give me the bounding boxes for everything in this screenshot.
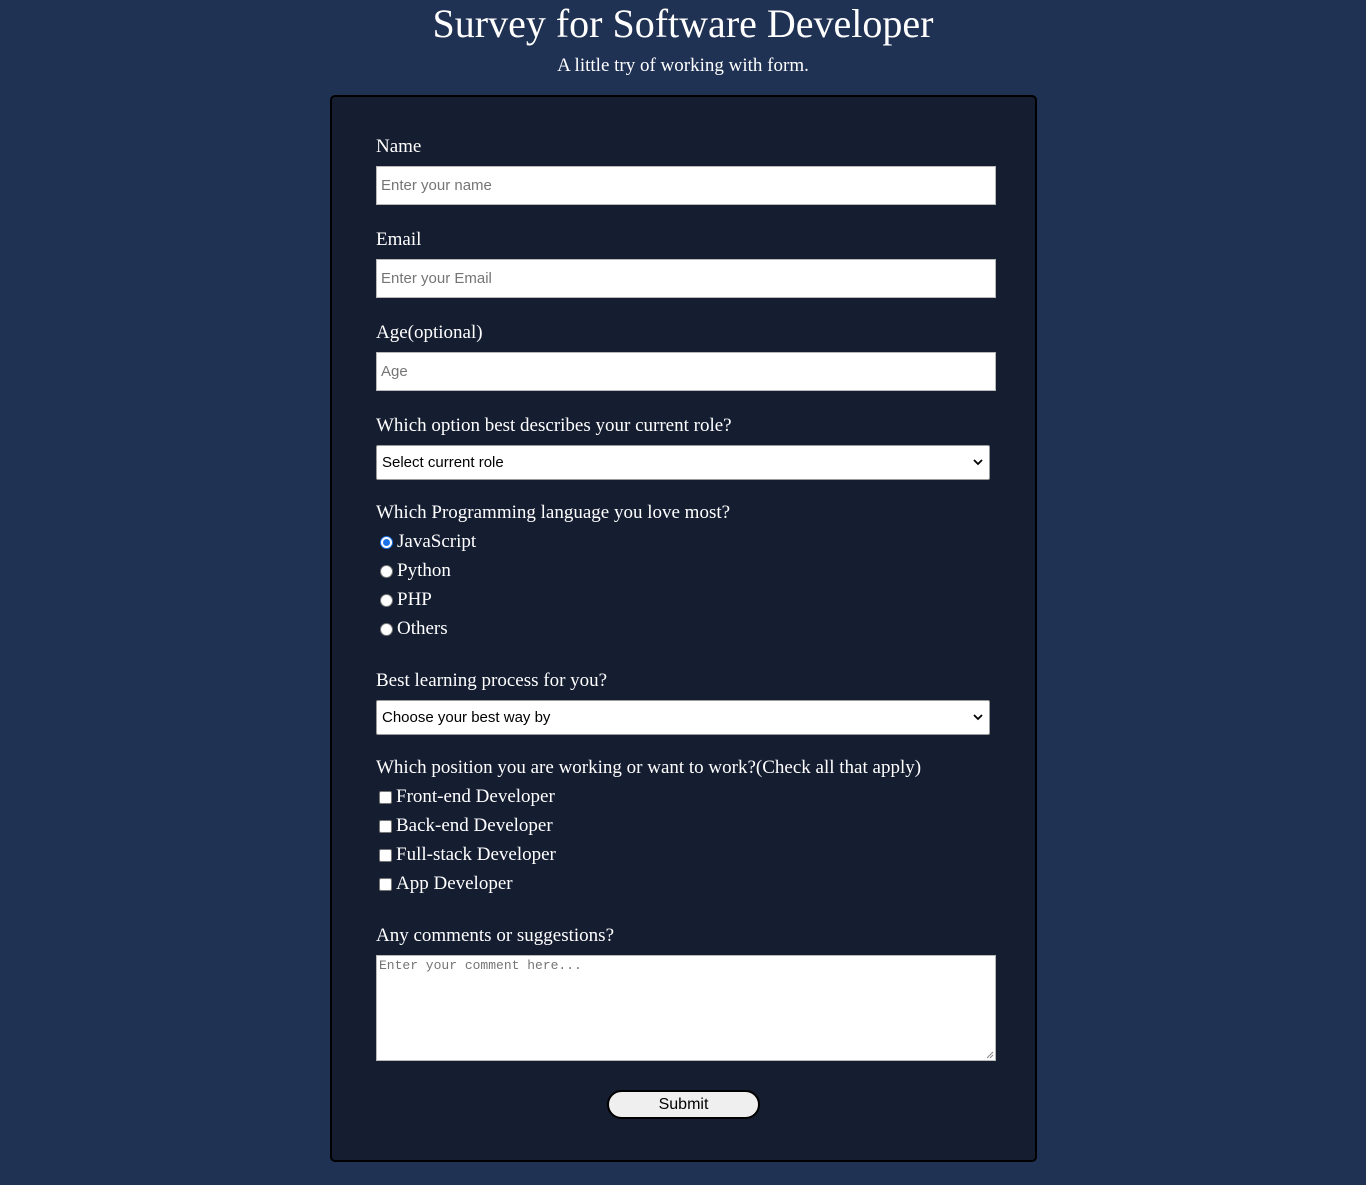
comments-placeholder: Enter your comment here... <box>379 958 582 973</box>
position-option-label: Full-stack Developer <box>396 844 556 865</box>
language-option-label: Others <box>397 618 448 639</box>
learning-select[interactable]: Choose your best way by <box>376 700 990 735</box>
language-option-others[interactable]: Others <box>380 618 448 640</box>
name-input[interactable] <box>376 166 996 205</box>
language-option-python[interactable]: Python <box>380 560 451 582</box>
position-option-label: Back-end Developer <box>396 815 553 836</box>
checkbox-frontend[interactable] <box>379 790 392 804</box>
language-option-php[interactable]: PHP <box>380 589 432 611</box>
radio-javascript[interactable] <box>380 535 393 549</box>
email-label: Email <box>376 229 422 250</box>
role-select-value: Select current role <box>382 454 504 471</box>
language-option-label: Python <box>397 560 451 581</box>
language-option-label: JavaScript <box>397 531 477 552</box>
positions-label: Which position you are working or want t… <box>376 757 922 778</box>
position-option-fullstack[interactable]: Full-stack Developer <box>379 844 556 866</box>
learning-label: Best learning process for you? <box>376 670 608 691</box>
submit-button[interactable]: Submit <box>607 1090 760 1119</box>
position-option-label: Front-end Developer <box>396 786 555 807</box>
learning-select-value: Choose your best way by <box>382 709 551 726</box>
role-select[interactable]: Select current role <box>376 445 990 480</box>
radio-php[interactable] <box>380 593 393 607</box>
name-label: Name <box>376 136 422 157</box>
page-subtitle: A little try of working with form. <box>557 55 809 76</box>
age-input[interactable] <box>376 352 996 391</box>
age-label: Age(optional) <box>376 322 483 343</box>
language-option-label: PHP <box>397 589 432 610</box>
comments-textarea[interactable]: Enter your comment here... <box>376 955 996 1061</box>
chevron-down-icon <box>973 714 983 721</box>
position-option-app[interactable]: App Developer <box>379 873 513 895</box>
checkbox-fullstack[interactable] <box>379 848 392 862</box>
radio-python[interactable] <box>380 564 393 578</box>
page-title: Survey for Software Developer <box>432 1 934 46</box>
survey-form: Name Email Age(optional) Which option be… <box>330 95 1037 1162</box>
position-option-label: App Developer <box>396 873 513 894</box>
position-option-frontend[interactable]: Front-end Developer <box>379 786 555 808</box>
checkbox-backend[interactable] <box>379 819 392 833</box>
language-option-javascript[interactable]: JavaScript <box>380 531 476 553</box>
comments-label: Any comments or suggestions? <box>376 925 615 946</box>
email-input[interactable] <box>376 259 996 298</box>
radio-others[interactable] <box>380 622 393 636</box>
language-label: Which Programming language you love most… <box>376 502 731 523</box>
position-option-backend[interactable]: Back-end Developer <box>379 815 553 837</box>
checkbox-app[interactable] <box>379 877 392 891</box>
resize-handle-icon[interactable] <box>986 1051 994 1059</box>
role-label: Which option best describes your current… <box>376 415 732 436</box>
chevron-down-icon <box>973 459 983 466</box>
